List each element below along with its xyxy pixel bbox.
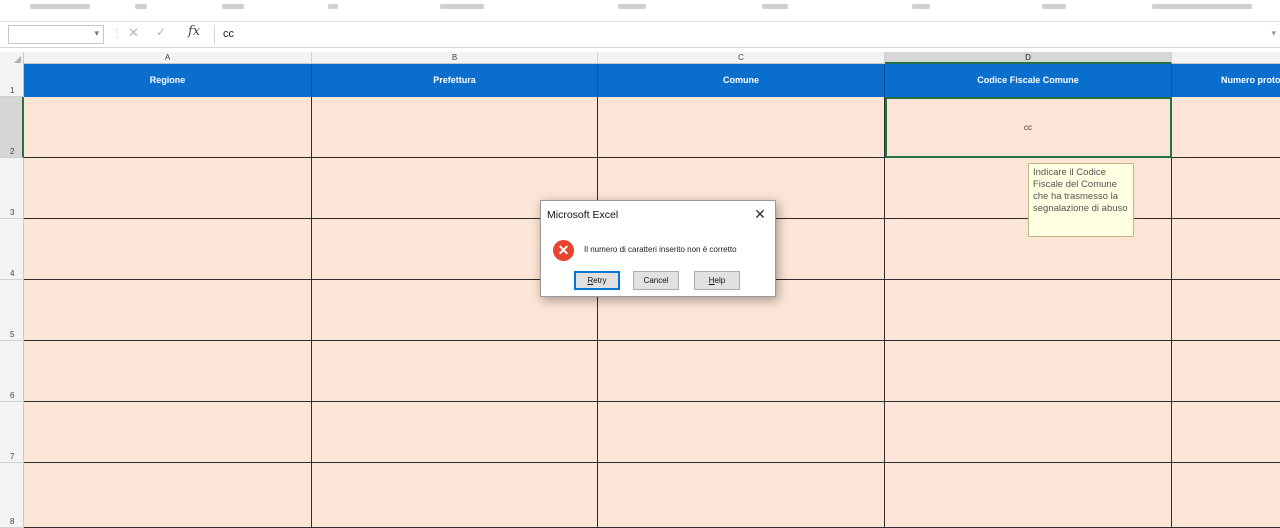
column-header-e[interactable] <box>1172 52 1280 64</box>
row-header-2[interactable]: 2 <box>0 97 24 158</box>
cell-e5[interactable] <box>1172 280 1280 341</box>
column-headers: A B C D <box>0 52 1280 64</box>
cell-e3[interactable] <box>1172 158 1280 219</box>
confirm-entry-icon[interactable]: ✓ <box>156 25 166 39</box>
cell-b7[interactable] <box>312 402 598 463</box>
cell-d8[interactable] <box>885 463 1172 528</box>
cell-c2[interactable] <box>598 97 885 158</box>
retry-button[interactable]: Retry <box>574 271 620 290</box>
row-header-5[interactable]: 5 <box>0 280 24 341</box>
cell-e4[interactable] <box>1172 219 1280 280</box>
cell-e7[interactable] <box>1172 402 1280 463</box>
formula-input[interactable]: cc <box>214 25 1262 44</box>
formula-bar-separator: ⋮ <box>112 28 122 39</box>
name-box[interactable]: ▾ <box>8 25 104 44</box>
column-header-d[interactable]: D <box>885 52 1172 64</box>
cell-a5[interactable] <box>24 280 312 341</box>
cell-c7[interactable] <box>598 402 885 463</box>
error-dialog: Microsoft Excel ✕ ✕ Il numero di caratte… <box>540 200 776 297</box>
cell-a4[interactable] <box>24 219 312 280</box>
header-cell-numero-protocollo[interactable]: Numero proto <box>1172 64 1280 97</box>
column-header-b[interactable]: B <box>312 52 598 64</box>
row-header-7[interactable]: 7 <box>0 402 24 463</box>
cell-a8[interactable] <box>24 463 312 528</box>
expand-formula-bar-icon[interactable]: ▾ <box>1271 28 1276 39</box>
chevron-down-icon[interactable]: ▾ <box>94 28 99 39</box>
help-label: elp <box>714 276 726 285</box>
row-header-6[interactable]: 6 <box>0 341 24 402</box>
row-headers: 1 2 3 4 5 6 7 8 <box>0 64 24 528</box>
help-button[interactable]: Help <box>694 271 740 290</box>
ribbon-strip <box>0 0 1280 22</box>
cell-d2[interactable]: cc <box>885 97 1172 158</box>
cell-e6[interactable] <box>1172 341 1280 402</box>
row-header-8[interactable]: 8 <box>0 463 24 528</box>
header-cell-regione[interactable]: Regione <box>24 64 312 97</box>
header-cell-comune[interactable]: Comune <box>598 64 885 97</box>
dialog-body: ✕ Il numero di caratteri inserito non è … <box>541 229 775 296</box>
header-cell-codice-fiscale-comune[interactable]: Codice Fiscale Comune <box>885 64 1172 97</box>
cell-c8[interactable] <box>598 463 885 528</box>
column-header-c[interactable]: C <box>598 52 885 64</box>
cell-b6[interactable] <box>312 341 598 402</box>
header-cell-prefettura[interactable]: Prefettura <box>312 64 598 97</box>
dialog-title: Microsoft Excel <box>547 209 619 221</box>
cell-a6[interactable] <box>24 341 312 402</box>
cell-b8[interactable] <box>312 463 598 528</box>
formula-bar: ▾ ⋮ ✕ ✓ fx cc ▾ <box>0 22 1280 48</box>
select-all-button[interactable] <box>0 52 24 64</box>
cell-a7[interactable] <box>24 402 312 463</box>
cell-a2[interactable] <box>24 97 312 158</box>
insert-function-icon[interactable]: fx <box>188 24 200 39</box>
cell-input-message: Indicare il Codice Fiscale del Comune ch… <box>1028 163 1134 237</box>
cell-e8[interactable] <box>1172 463 1280 528</box>
error-icon: ✕ <box>553 240 574 261</box>
cell-e2[interactable] <box>1172 97 1280 158</box>
row-header-4[interactable]: 4 <box>0 219 24 280</box>
close-icon[interactable]: ✕ <box>751 206 769 224</box>
cell-c6[interactable] <box>598 341 885 402</box>
cell-a3[interactable] <box>24 158 312 219</box>
column-header-a[interactable]: A <box>24 52 312 64</box>
cancel-button[interactable]: Cancel <box>633 271 679 290</box>
cell-d6[interactable] <box>885 341 1172 402</box>
cell-d7[interactable] <box>885 402 1172 463</box>
dialog-message: Il numero di caratteri inserito non è co… <box>584 245 737 254</box>
row-header-1[interactable]: 1 <box>0 64 24 97</box>
dialog-title-bar[interactable]: Microsoft Excel ✕ <box>541 201 775 229</box>
cell-d5[interactable] <box>885 280 1172 341</box>
cell-b2[interactable] <box>312 97 598 158</box>
retry-label: etry <box>593 276 607 285</box>
row-header-3[interactable]: 3 <box>0 158 24 219</box>
cancel-entry-icon[interactable]: ✕ <box>128 25 139 41</box>
